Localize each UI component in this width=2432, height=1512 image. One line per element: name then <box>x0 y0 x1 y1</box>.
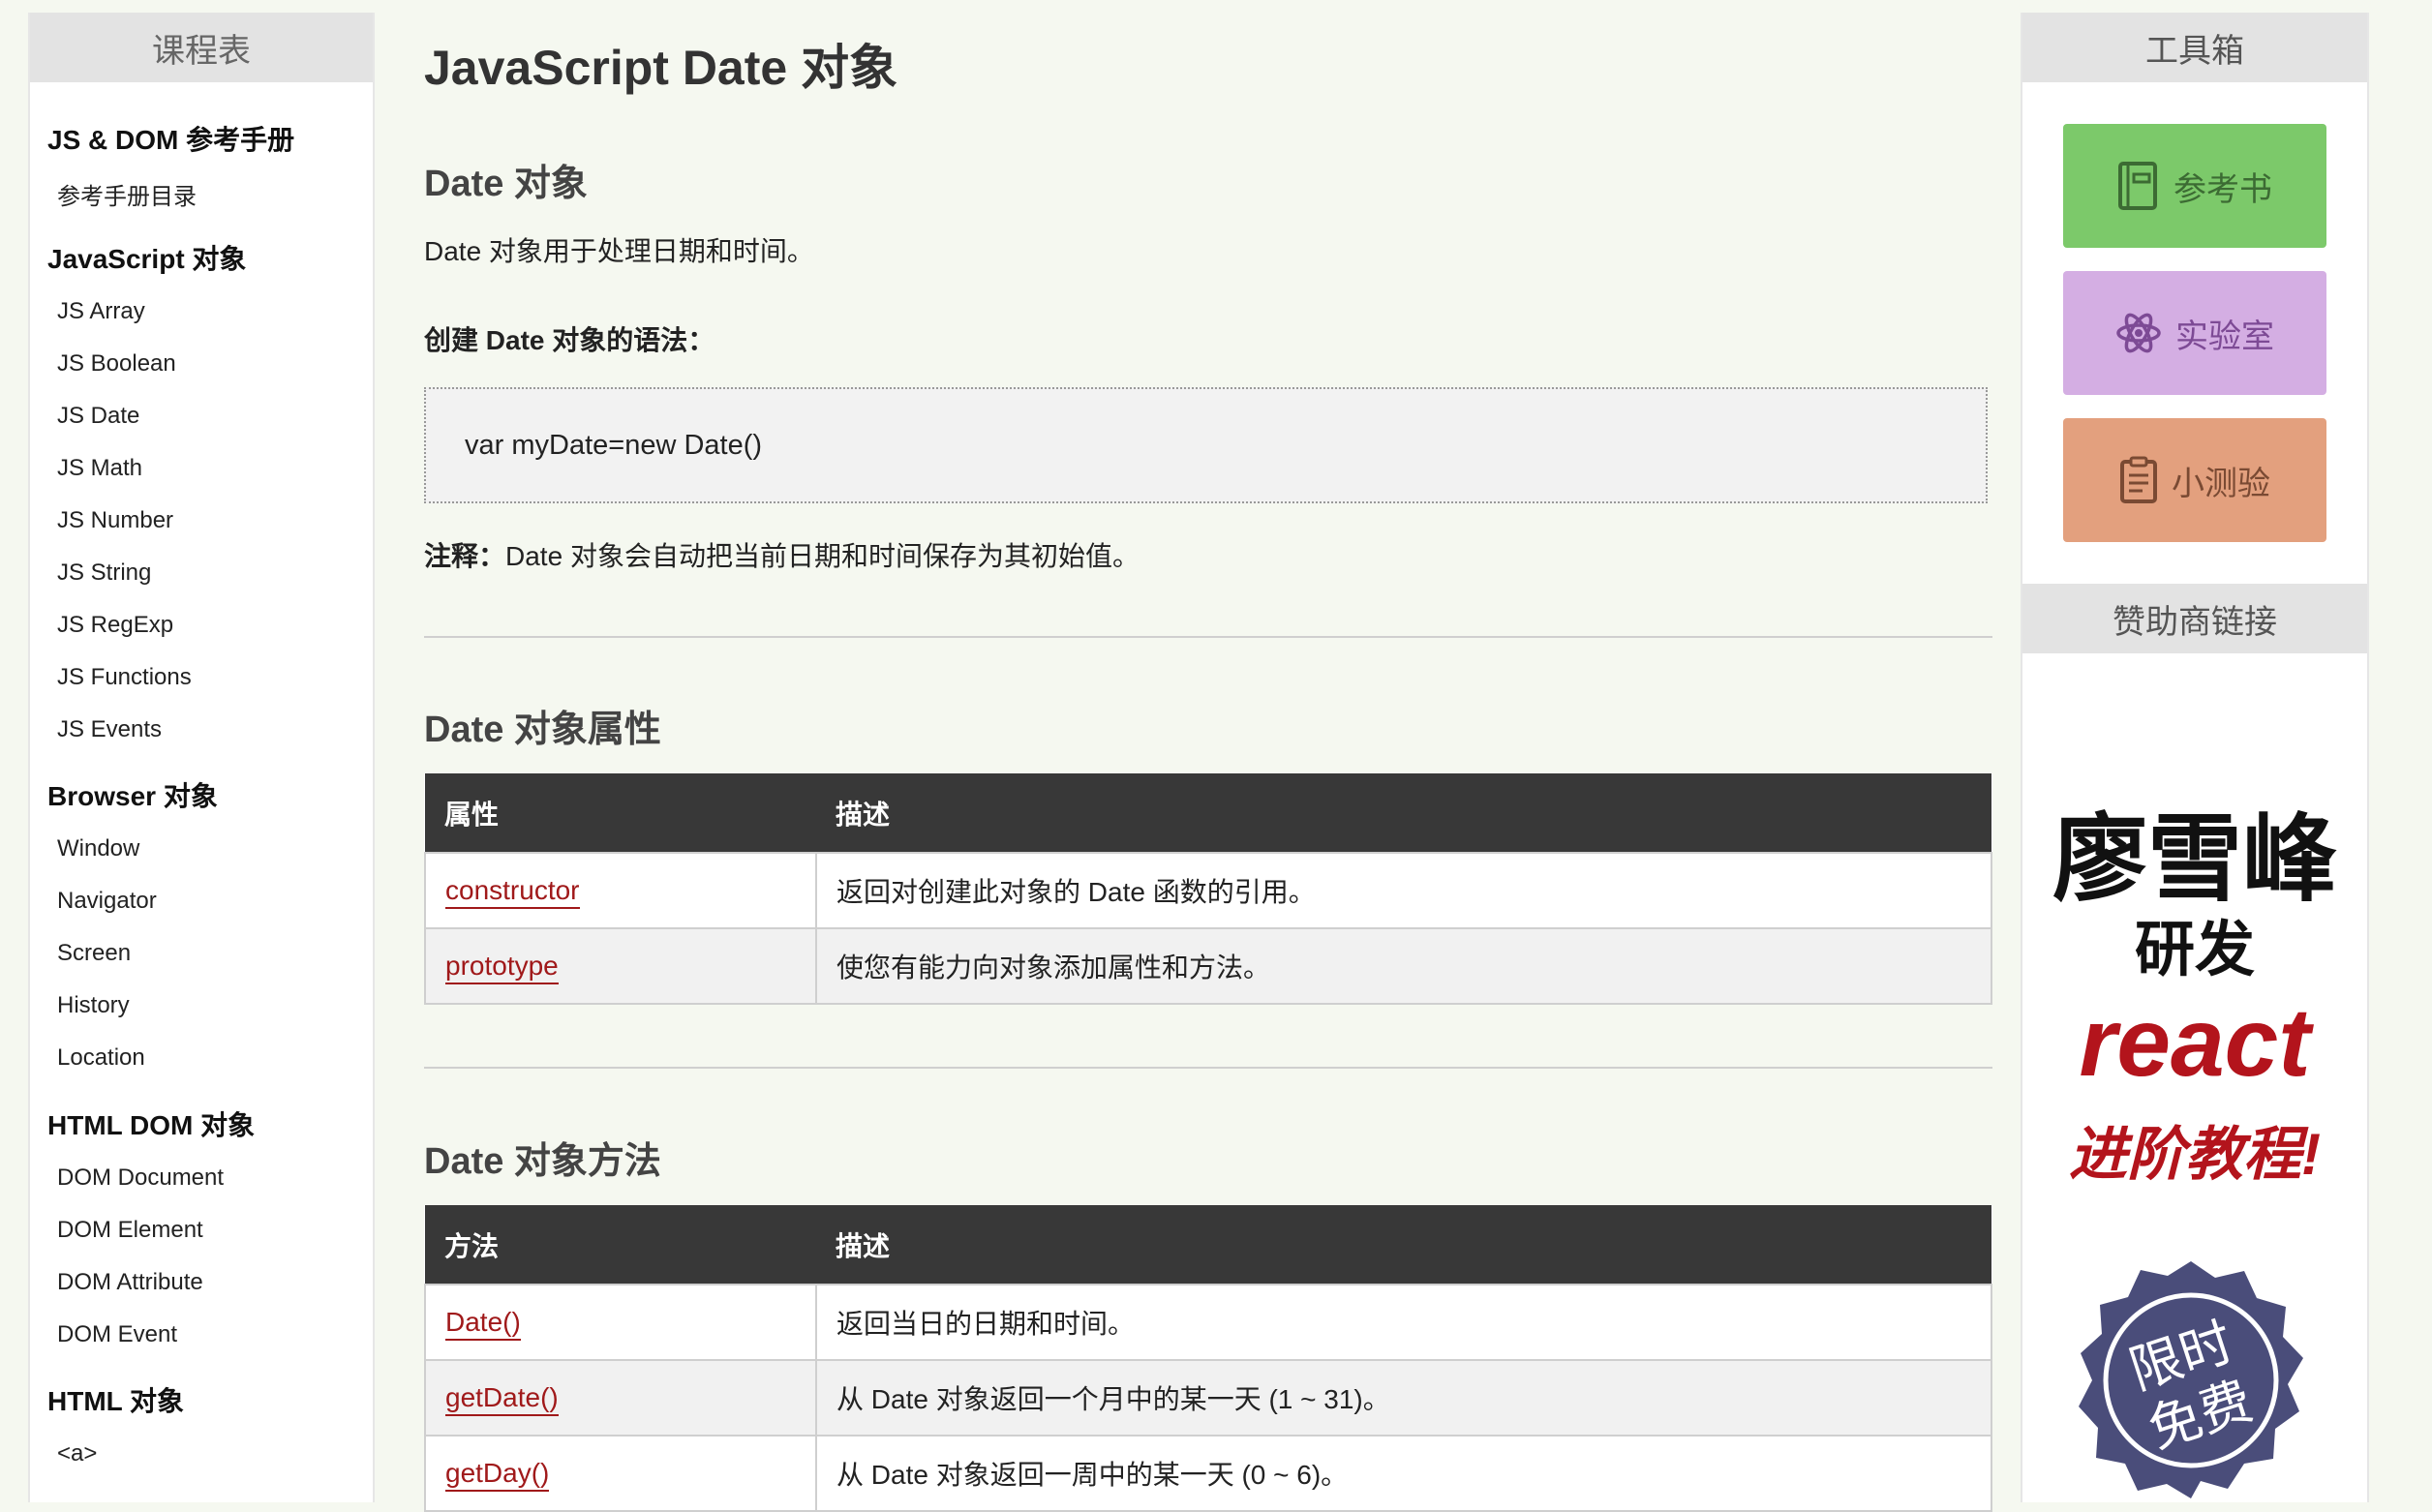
sidebar-item-js-functions[interactable]: JS Functions <box>57 664 192 691</box>
sponsor-ad[interactable]: 廖雪峰 研发 react 进阶教程! 限时免费 <box>2040 714 2350 1502</box>
method-link-getdate[interactable]: getDate() <box>445 1382 559 1416</box>
tool-label: 小测验 <box>2172 465 2270 502</box>
table-header-row: 属性 描述 <box>425 773 1991 853</box>
sidebar-item-js-regexp[interactable]: JS RegExp <box>57 612 173 639</box>
sidebar-item-window[interactable]: Window <box>57 835 139 862</box>
code-text: var myDate=new Date() <box>465 429 763 461</box>
table-cell: getDate() <box>424 1359 817 1436</box>
ad-author: 廖雪峰 <box>2052 805 2337 912</box>
table-cell: 返回当日的日期和时间。 <box>815 1284 1992 1361</box>
methods-table: 方法 描述 Date() 返回当日的日期和时间。 getDate() 从 Dat… <box>424 1205 1992 1512</box>
note-label: 注释： <box>424 541 506 571</box>
divider <box>424 1067 1992 1069</box>
sidebar-section-title: JS & DOM 参考手册 <box>47 125 295 155</box>
table-cell: prototype <box>424 927 817 1005</box>
sidebar-item-js-math[interactable]: JS Math <box>57 455 142 482</box>
page-title: JavaScript Date 对象 <box>424 41 898 95</box>
table-cell: Date() <box>424 1284 817 1361</box>
properties-table: 属性 描述 constructor 返回对创建此对象的 Date 函数的引用。 … <box>424 773 1992 1005</box>
table-row: getDay() 从 Date 对象返回一周中的某一天 (0 ~ 6)。 <box>424 1435 1992 1512</box>
column-header: 属性 <box>425 773 816 853</box>
sidebar-item-dom-document[interactable]: DOM Document <box>57 1164 224 1192</box>
table-cell: getDay() <box>424 1435 817 1512</box>
section-heading: Date 对象方法 <box>424 1141 661 1182</box>
course-sidebar: 课程表 JS & DOM 参考手册 参考手册目录 JavaScript 对象 J… <box>28 13 375 1502</box>
section-heading: Date 对象属性 <box>424 710 661 750</box>
sidebar-section-title: HTML 对象 <box>47 1386 185 1416</box>
sidebar-item-history[interactable]: History <box>57 992 130 1019</box>
sidebar-item-js-date[interactable]: JS Date <box>57 403 139 430</box>
sidebar-item-navigator[interactable]: Navigator <box>57 888 157 915</box>
ad-subtitle: 研发 <box>2134 917 2255 983</box>
column-header: 方法 <box>425 1205 816 1285</box>
sidebar-item-js-events[interactable]: JS Events <box>57 716 162 743</box>
sidebar-item-js-boolean[interactable]: JS Boolean <box>57 350 176 378</box>
intro-text: Date 对象用于处理日期和时间。 <box>424 236 814 266</box>
tool-label: 参考书 <box>2174 170 2272 208</box>
tool-label: 实验室 <box>2175 318 2274 355</box>
table-cell: 从 Date 对象返回一个月中的某一天 (1 ~ 31)。 <box>815 1359 1992 1436</box>
table-row: prototype 使您有能力向对象添加属性和方法。 <box>424 927 1992 1005</box>
sidebar-item-html-a[interactable]: <a> <box>57 1440 97 1467</box>
table-row: constructor 返回对创建此对象的 Date 函数的引用。 <box>424 852 1992 929</box>
sidebar-item-dom-attribute[interactable]: DOM Attribute <box>57 1269 203 1296</box>
method-link-getday[interactable]: getDay() <box>445 1458 550 1492</box>
divider <box>424 636 1992 638</box>
sidebar-section-title: JavaScript 对象 <box>47 244 247 274</box>
tool-button-reference[interactable]: 参考书 <box>2063 124 2326 248</box>
sidebar-item-reference-index[interactable]: 参考手册目录 <box>57 177 197 211</box>
property-link-prototype[interactable]: prototype <box>445 951 559 984</box>
table-cell: 使您有能力向对象添加属性和方法。 <box>815 927 1992 1005</box>
section-heading: Date 对象 <box>424 164 588 204</box>
sidebar-item-js-number[interactable]: JS Number <box>57 507 173 534</box>
tool-button-quiz[interactable]: 小测验 <box>2063 418 2326 542</box>
sidebar-item-js-string[interactable]: JS String <box>57 559 151 587</box>
sidebar-header: 课程表 <box>30 13 373 82</box>
note-paragraph: 注释：Date 对象会自动把当前日期和时间保存为其初始值。 <box>424 535 1140 574</box>
sidebar-section-title: Browser 对象 <box>47 781 218 811</box>
table-cell: 从 Date 对象返回一周中的某一天 (0 ~ 6)。 <box>815 1435 1992 1512</box>
table-cell: 返回对创建此对象的 Date 函数的引用。 <box>815 852 1992 929</box>
sidebar-item-js-array[interactable]: JS Array <box>57 298 145 325</box>
sidebar-item-location[interactable]: Location <box>57 1044 145 1072</box>
table-header-row: 方法 描述 <box>425 1205 1991 1285</box>
column-header: 描述 <box>816 1205 1991 1285</box>
book-icon <box>2118 162 2157 210</box>
table-row: Date() 返回当日的日期和时间。 <box>424 1284 1992 1361</box>
sponsor-header: 赞助商链接 <box>2022 584 2367 653</box>
property-link-constructor[interactable]: constructor <box>445 875 580 909</box>
clipboard-icon <box>2120 456 2157 503</box>
ad-tagline: 进阶教程! <box>2069 1122 2321 1187</box>
syntax-label: 创建 Date 对象的语法： <box>424 325 715 355</box>
sidebar-item-dom-event[interactable]: DOM Event <box>57 1321 177 1348</box>
code-block: var myDate=new Date() <box>424 387 1988 503</box>
toolbox-header: 工具箱 <box>2022 13 2367 82</box>
sidebar-item-screen[interactable]: Screen <box>57 940 131 967</box>
ad-react: react <box>2079 988 2311 1097</box>
note-text: Date 对象会自动把当前日期和时间保存为其初始值。 <box>505 541 1140 571</box>
sidebar-item-dom-element[interactable]: DOM Element <box>57 1217 203 1244</box>
tool-button-lab[interactable]: 实验室 <box>2063 271 2326 395</box>
column-header: 描述 <box>816 773 1991 853</box>
atom-icon <box>2116 313 2161 353</box>
toolbox-sidebar: 工具箱 参考书 实验室 小测验 赞助商链接 廖雪峰 研发 react 进阶教程!… <box>2021 13 2369 1502</box>
method-link-date[interactable]: Date() <box>445 1307 521 1341</box>
table-row: getDate() 从 Date 对象返回一个月中的某一天 (1 ~ 31)。 <box>424 1359 1992 1436</box>
sidebar-section-title: HTML DOM 对象 <box>47 1110 256 1140</box>
table-cell: constructor <box>424 852 817 929</box>
